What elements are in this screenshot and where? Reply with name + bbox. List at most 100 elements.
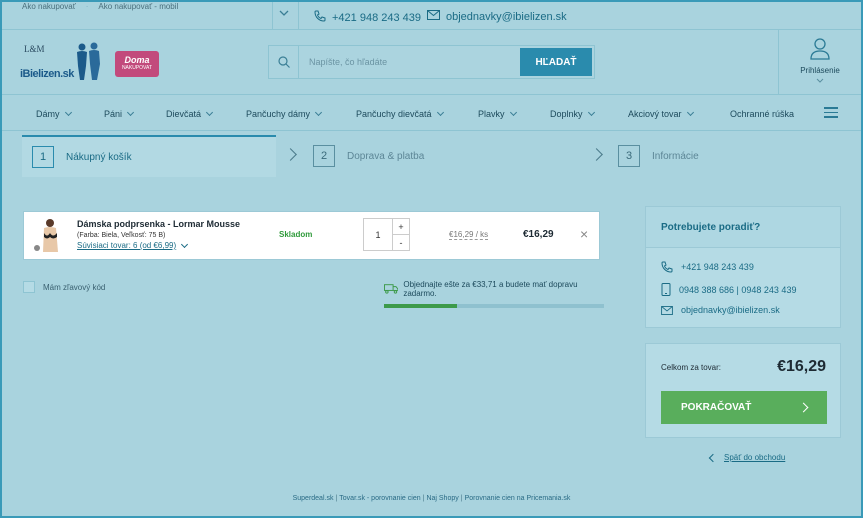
product-thumbnail[interactable] (33, 218, 63, 254)
checkout-steps: 1 Nákupný košík 2 Doprava & platba 3 Inf… (22, 135, 841, 177)
help-phone[interactable]: +421 948 243 439 (661, 261, 754, 273)
step-label: Doprava & platba (347, 150, 425, 162)
step-label: Nákupný košík (66, 151, 132, 163)
step-cart[interactable]: 1 Nákupný košík (22, 135, 276, 177)
doma-nakupovat-badge[interactable]: Doma NAKUPOVAT (115, 51, 159, 77)
nav-item-ochranne-rusky[interactable]: Ochranné rúška (730, 109, 794, 119)
nav-item-pani[interactable]: Páni (104, 108, 135, 119)
total-label: Celkom za tovar: (661, 363, 722, 372)
quantity-decrease-button[interactable]: - (393, 235, 409, 250)
topbar-email[interactable]: objednavky@ibielizen.sk (427, 10, 567, 23)
product-name[interactable]: Dámska podprsenka - Lormar Mousse (77, 219, 240, 229)
chevron-down-icon (509, 108, 517, 117)
nav-item-pancuchy-dievcata[interactable]: Pančuchy dievčatá (356, 108, 444, 119)
step-information[interactable]: 3 Informácie (582, 135, 841, 177)
topbar-divider (272, 2, 273, 30)
stock-status: Skladom (279, 230, 313, 239)
search-icon (269, 46, 299, 78)
logo-brand: iBielizen.sk (20, 68, 74, 80)
topbar-email-address: objednavky@ibielizen.sk (446, 10, 567, 23)
login-button[interactable]: Prihlásenie (778, 30, 861, 95)
chevron-right-icon (284, 148, 297, 161)
order-summary: Celkom za tovar: €16,29 POKRAČOVAŤ (645, 343, 841, 438)
nav-item-dievcata[interactable]: Dievčatá (166, 108, 214, 119)
nav-item-plavky[interactable]: Plavky (478, 108, 517, 119)
free-shipping-bar (384, 304, 604, 308)
chevron-down-icon[interactable] (279, 9, 289, 20)
related-products-link[interactable]: Súvisiaci tovar: 6 (od €6,99) (77, 240, 189, 250)
search-button[interactable]: HĽADAŤ (520, 48, 592, 76)
back-to-shop-link[interactable]: Späť do obchodu (708, 453, 786, 462)
remove-item-icon[interactable]: × (580, 226, 588, 242)
line-price: €16,29 (523, 229, 554, 240)
help-phone-number: +421 948 243 439 (681, 262, 754, 272)
topbar-link-how-to-buy-mobile[interactable]: Ako nakupovať - mobil (98, 2, 178, 11)
help-title: Potrebujete poradiť? (646, 207, 840, 248)
quantity-stepper: 1 + - (363, 218, 410, 251)
truck-icon (384, 284, 399, 294)
phone-icon (314, 10, 326, 25)
nav-item-akciovy-tovar[interactable]: Akciový tovar (628, 108, 694, 119)
footer-links: Superdeal.sk | Tovar.sk - porovnanie cien |… (2, 495, 861, 502)
quantity-increase-button[interactable]: + (393, 219, 409, 235)
logo-lm: L&M (24, 44, 45, 54)
chevron-left-icon (708, 453, 718, 462)
footer-link-superdeal[interactable]: Superdeal.sk (293, 495, 334, 502)
nav-item-label: Dievčatá (166, 109, 202, 119)
login-label: Prihlásenie (800, 66, 840, 75)
free-shipping-progress: Objednajte ešte za €33,71 a budete mať d… (384, 280, 604, 308)
step-number: 2 (313, 145, 335, 167)
quantity-value[interactable]: 1 (364, 219, 393, 250)
search-input[interactable] (299, 46, 518, 78)
help-mobile[interactable]: 0948 388 686 | 0948 243 439 (661, 283, 796, 296)
nav-item-pancuchy-damy[interactable]: Pančuchy dámy (246, 108, 323, 119)
chevron-down-icon (315, 108, 323, 117)
nav-item-label: Doplnky (550, 109, 583, 119)
chevron-down-icon (126, 108, 135, 117)
user-icon (810, 38, 830, 60)
topbar-phone[interactable]: +421 948 243 439 (314, 10, 421, 25)
nav-item-label: Páni (104, 109, 123, 119)
footer-separator: | (422, 495, 425, 502)
doma-badge-subtitle: NAKUPOVAT (121, 65, 153, 71)
footer-link-tovar[interactable]: Tovar.sk - porovnanie cien (339, 495, 420, 502)
nav-item-doplnky[interactable]: Doplnky (550, 108, 595, 119)
back-to-shop-label: Späť do obchodu (724, 453, 786, 462)
nav-item-label: Pančuchy dámy (246, 109, 311, 119)
step-shipping-payment[interactable]: 2 Doprava & platba (276, 135, 582, 177)
footer-link-pricemania[interactable]: Porovnanie cien na Pricemania.sk (465, 495, 571, 502)
topbar-phone-number: +421 948 243 439 (332, 11, 422, 24)
cart-item-row: Dámska podprsenka - Lormar Mousse (Farba… (23, 211, 600, 260)
chevron-down-icon (816, 78, 824, 83)
site-logo[interactable]: L&M iBielizen.sk (20, 42, 106, 82)
help-box: Potrebujete poradiť? +421 948 243 439 09… (645, 206, 841, 328)
topbar-link-how-to-buy[interactable]: Ako nakupovať (22, 2, 76, 11)
step-number: 3 (618, 145, 640, 167)
chevron-down-icon (181, 240, 189, 248)
logo-figures-icon (77, 42, 100, 80)
coupon-checkbox[interactable] (23, 281, 35, 293)
menu-icon[interactable] (824, 107, 838, 121)
topbar-separator: · (85, 2, 89, 11)
help-email[interactable]: objednavky@ibielizen.sk (661, 305, 780, 315)
step-label: Informácie (652, 150, 699, 162)
footer-separator: | (335, 495, 338, 502)
continue-button[interactable]: POKRAČOVAŤ (661, 391, 827, 424)
chevron-down-icon (205, 108, 214, 117)
product-variant: (Farba: Biela, Veľkosť: 75 B) (77, 232, 166, 239)
header: L&M iBielizen.sk Doma NAKUPOVAT HĽADAŤ P… (2, 30, 861, 95)
mobile-icon (661, 283, 671, 296)
nav-item-damy[interactable]: Dámy (36, 108, 72, 119)
chevron-right-icon (590, 148, 603, 161)
free-shipping-message: Objednajte ešte za €33,71 a budete mať d… (403, 280, 578, 298)
chevron-down-icon (64, 108, 72, 117)
topbar-divider (298, 2, 299, 30)
step-number: 1 (32, 146, 54, 168)
coupon-label: Mám zľavový kód (43, 282, 106, 292)
coupon-toggle[interactable]: Mám zľavový kód (23, 281, 105, 293)
mail-icon (661, 305, 673, 315)
footer-link-naj-shopy[interactable]: Naj Shopy (426, 495, 458, 502)
mail-icon (427, 10, 440, 23)
free-shipping-bar-fill (384, 304, 457, 308)
nav-item-label: Pančuchy dievčatá (356, 109, 432, 119)
